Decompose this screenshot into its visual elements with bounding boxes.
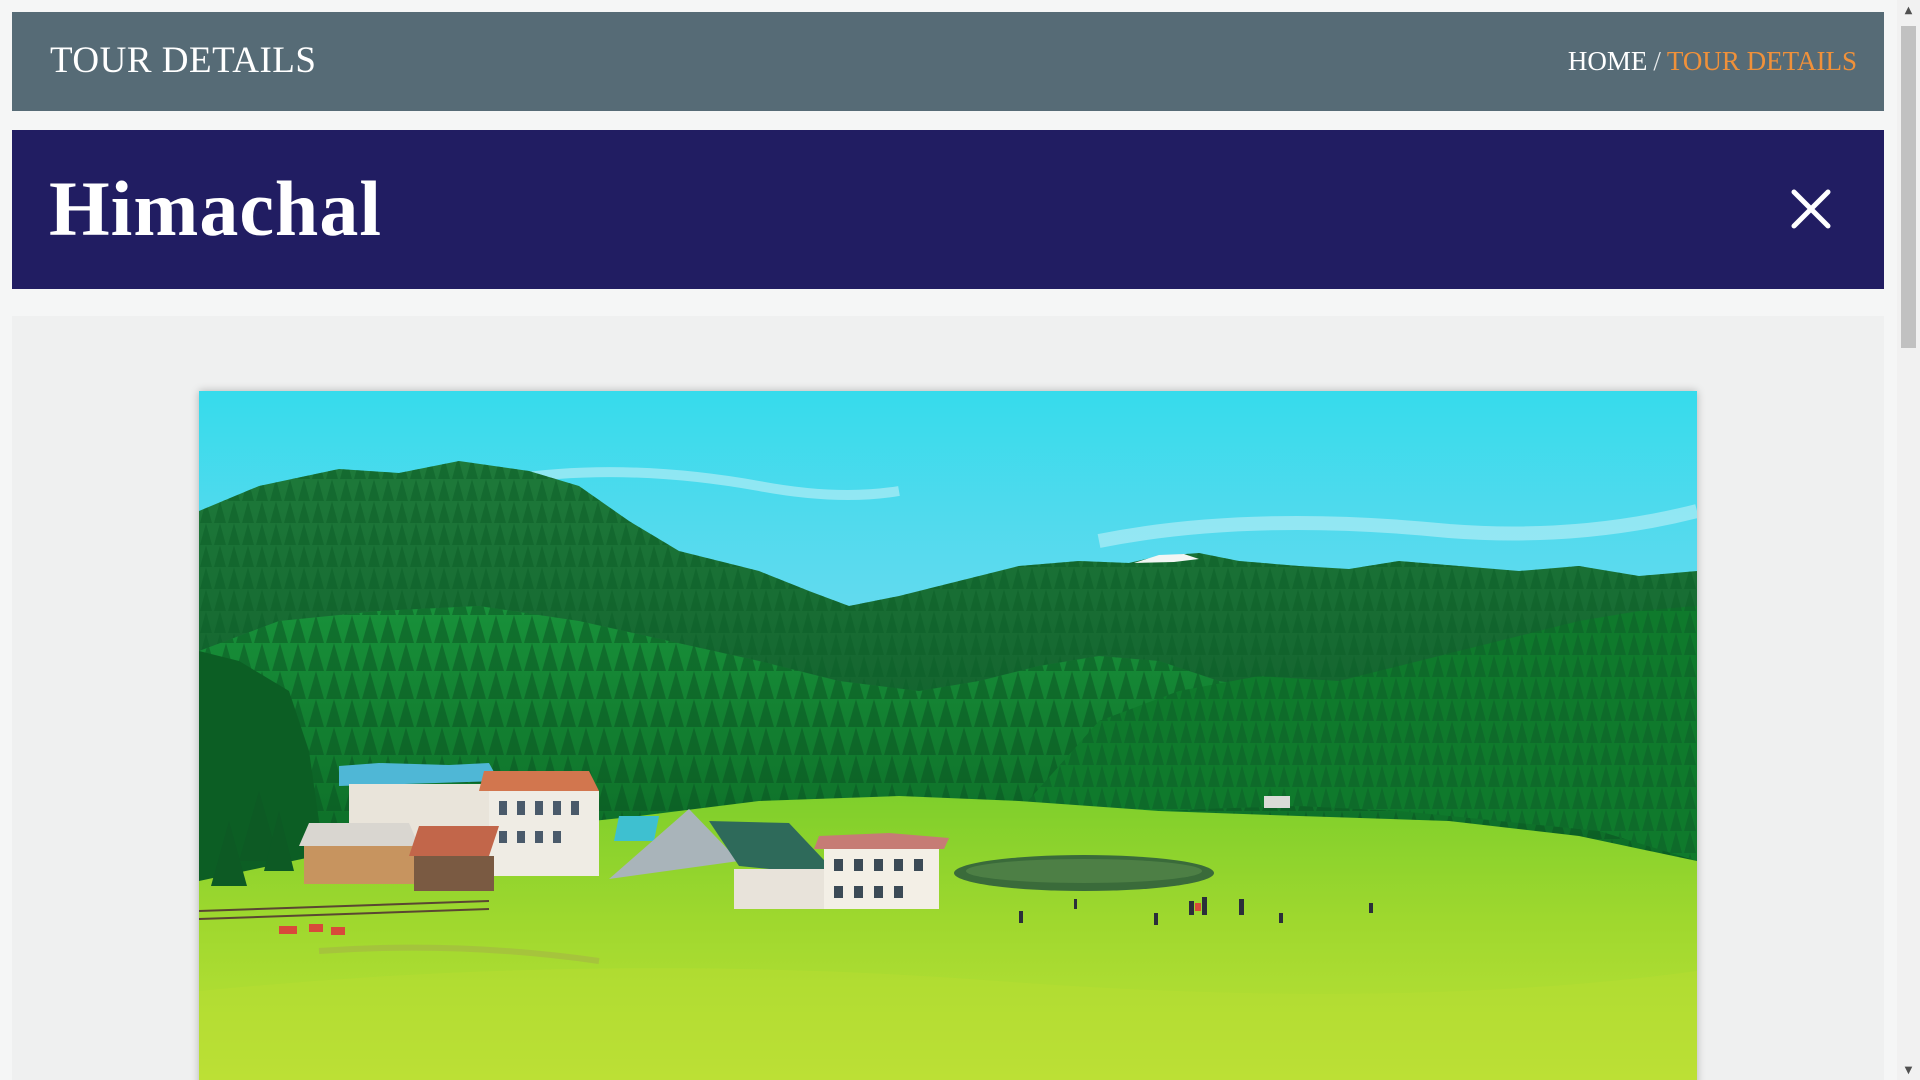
page-header: TOUR DETAILS HOME / TOUR DETAILS bbox=[12, 12, 1884, 111]
vertical-scrollbar[interactable]: ▲ ▼ bbox=[1897, 0, 1920, 1080]
page-viewport: TOUR DETAILS HOME / TOUR DETAILS Himachal bbox=[0, 0, 1897, 1080]
tour-name: Himachal bbox=[49, 165, 382, 252]
close-button[interactable] bbox=[1786, 184, 1836, 234]
close-icon bbox=[1791, 189, 1831, 229]
scroll-up-arrow-icon[interactable]: ▲ bbox=[1897, 0, 1920, 20]
landscape-illustration bbox=[199, 391, 1697, 1080]
breadcrumb: HOME / TOUR DETAILS bbox=[1568, 45, 1857, 77]
breadcrumb-separator: / bbox=[1653, 46, 1661, 76]
breadcrumb-current: TOUR DETAILS bbox=[1666, 46, 1857, 76]
scroll-down-arrow-icon[interactable]: ▼ bbox=[1897, 1060, 1920, 1080]
tour-content-panel bbox=[12, 316, 1884, 1080]
scrollbar-thumb[interactable] bbox=[1901, 26, 1916, 348]
tour-photo bbox=[199, 391, 1697, 1080]
tour-title-banner: Himachal bbox=[12, 130, 1884, 289]
page-title: TOUR DETAILS bbox=[50, 40, 317, 81]
breadcrumb-home-link[interactable]: HOME bbox=[1568, 46, 1648, 76]
